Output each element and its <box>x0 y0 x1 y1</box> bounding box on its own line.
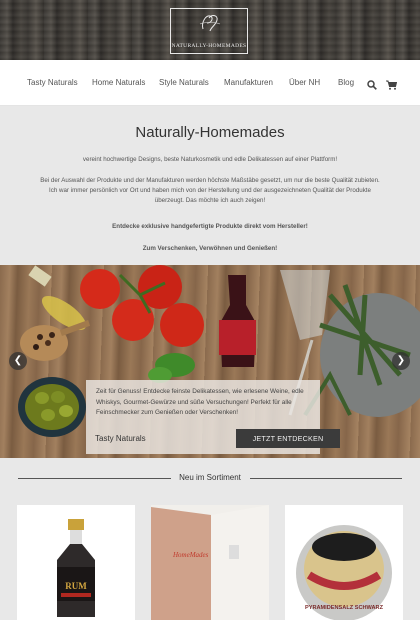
product-image-rum: RUM <box>57 519 95 617</box>
nav-item-style-naturals[interactable]: Style Naturals <box>159 78 209 87</box>
product-card-rum[interactable]: RUM <box>17 505 135 620</box>
intro-paragraph-line-3: überzeugt. Das möchte ich auch zeigen! <box>154 197 266 204</box>
nav-item-blog[interactable]: Blog <box>338 78 354 87</box>
hero-category[interactable]: Tasty Naturals <box>95 434 146 443</box>
search-icon[interactable] <box>367 77 377 95</box>
intro-paragraph-line-2: Ich war immer persönlich vor Ort und hab… <box>49 187 371 194</box>
discover-now-button[interactable]: JETZT ENTDECKEN <box>236 429 340 448</box>
hero-caption: Zeit für Genuss! Entdecke feinste Delika… <box>86 380 340 454</box>
intro-paragraph-line-1: Bei der Auswahl der Produkte und der Man… <box>40 177 380 184</box>
page-title: Naturally-Homemades <box>135 124 285 141</box>
salt-label-text: PYRAMIDENSALZ SCHWARZ <box>305 605 384 611</box>
nav-item-tasty-naturals[interactable]: Tasty Naturals <box>27 78 78 87</box>
product-card-salt[interactable]: PYRAMIDENSALZ SCHWARZ <box>285 505 403 620</box>
intro-tagline: vereint hochwertige Designs, beste Natur… <box>82 156 338 163</box>
rum-label-text: RUM <box>65 581 87 591</box>
nav-item-ueber-nh[interactable]: Über NH <box>289 78 320 87</box>
divider-right <box>250 478 402 479</box>
chevron-left-icon: ❮ <box>13 355 23 366</box>
hero-slider: ❮ ❯ Zeit für Genuss! Entdecke feinste De… <box>0 265 420 458</box>
box-brand-text: HomeMades <box>172 551 209 559</box>
product-image-box: HomeMades <box>151 505 269 620</box>
main-nav: Tasty Naturals Home Naturals Style Natur… <box>0 60 420 106</box>
slider-next-button[interactable]: ❯ <box>392 352 410 370</box>
intro-section: Naturally-Homemades vereint hochwertige … <box>0 106 420 264</box>
intro-highlight-2: Zum Verschenken, Verwöhnen und Genießen! <box>142 245 278 252</box>
chevron-right-icon: ❯ <box>396 355 406 366</box>
header-banner: NATURALLY-HOMEMADES <box>0 0 420 60</box>
site-logo[interactable]: NATURALLY-HOMEMADES <box>170 8 248 54</box>
product-image-salt: PYRAMIDENSALZ SCHWARZ <box>296 525 392 620</box>
logo-monogram-icon <box>199 15 221 32</box>
intro-highlight-1: Entdecke exklusive handgefertigte Produk… <box>112 223 308 230</box>
slider-prev-button[interactable]: ❮ <box>9 352 27 370</box>
product-card-box[interactable]: HomeMades <box>151 505 269 620</box>
logo-text: NATURALLY-HOMEMADES <box>171 43 247 49</box>
cart-icon[interactable] <box>386 77 398 95</box>
nav-item-manufakturen[interactable]: Manufakturen <box>224 78 273 87</box>
hero-caption-text: Zeit für Genuss! Entdecke feinste Delika… <box>96 388 304 417</box>
nav-item-home-naturals[interactable]: Home Naturals <box>92 78 145 87</box>
new-products-section: Neu im Sortiment RUM HomeMades PYRAMIDEN… <box>0 458 420 620</box>
